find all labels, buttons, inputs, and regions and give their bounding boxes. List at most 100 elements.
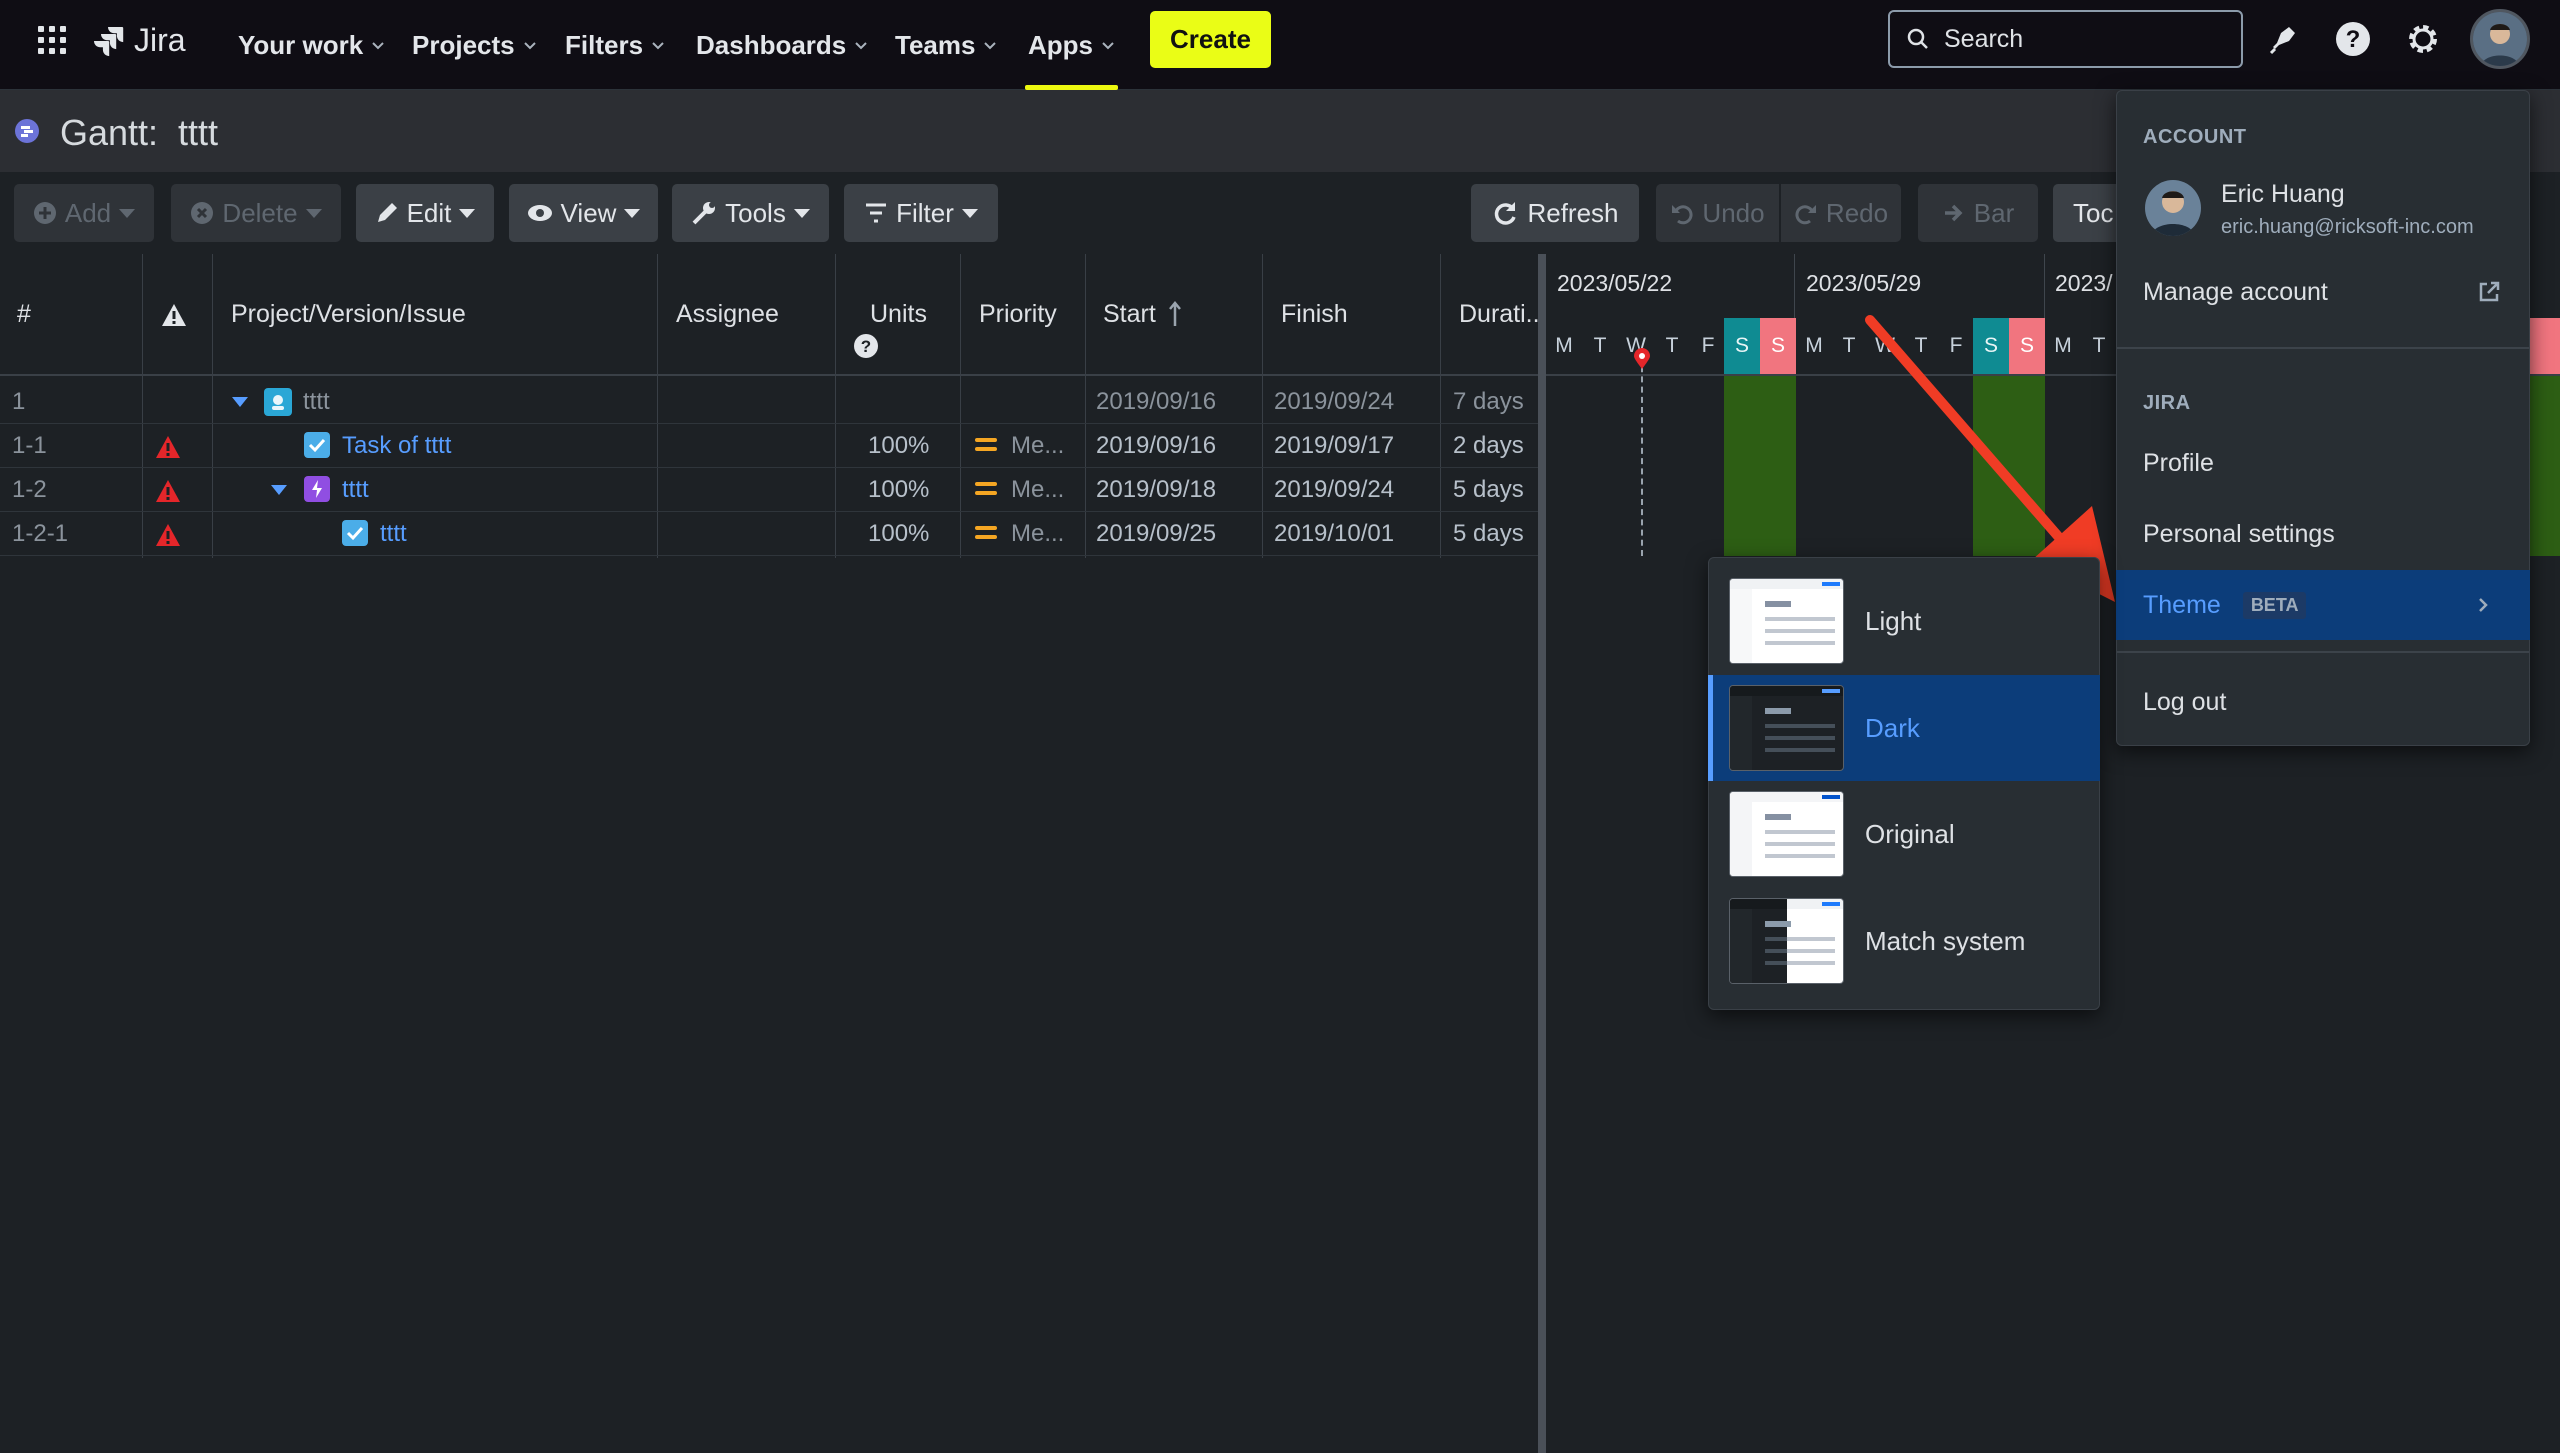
app-switcher-icon[interactable] bbox=[36, 24, 68, 56]
column-header-units[interactable]: Units bbox=[870, 300, 927, 329]
day-label: M bbox=[1805, 334, 1823, 357]
account-user-email: eric.huang@ricksoft-inc.com bbox=[2221, 216, 2474, 238]
external-link-icon bbox=[2479, 281, 2500, 302]
wrench-icon bbox=[692, 202, 716, 225]
caret-down-icon bbox=[459, 208, 476, 218]
project-icon bbox=[264, 388, 292, 416]
collapse-triangle-icon[interactable] bbox=[270, 484, 288, 496]
theme-label: Theme bbox=[2143, 590, 2221, 619]
nav-projects-label: Projects bbox=[412, 29, 515, 60]
sunday-edge bbox=[2530, 318, 2560, 374]
tools-button[interactable]: Tools bbox=[672, 184, 829, 242]
jira-logo[interactable]: Jira bbox=[92, 20, 186, 60]
notifications-icon[interactable] bbox=[2262, 18, 2304, 60]
units-value: 100% bbox=[868, 520, 930, 547]
epic-icon bbox=[304, 476, 330, 502]
warning-header-icon[interactable] bbox=[161, 303, 187, 327]
today-marker-icon bbox=[1632, 348, 1652, 370]
issue-name-link[interactable]: tttt bbox=[380, 512, 407, 556]
nav-teams[interactable]: Teams bbox=[895, 0, 997, 90]
delete-label: Delete bbox=[222, 197, 298, 228]
pane-splitter[interactable] bbox=[1538, 254, 1546, 1453]
caret-down-icon bbox=[793, 208, 810, 218]
nav-your-work[interactable]: Your work bbox=[238, 0, 385, 90]
eye-icon bbox=[527, 205, 552, 221]
search-input[interactable] bbox=[1944, 24, 2214, 54]
refresh-label: Refresh bbox=[1527, 197, 1619, 228]
help-icon[interactable]: ? bbox=[2332, 18, 2374, 60]
caret-down-icon bbox=[624, 208, 641, 218]
warning-icon bbox=[155, 479, 181, 503]
search-field[interactable] bbox=[1888, 10, 2243, 68]
delete-button[interactable]: Delete bbox=[171, 184, 341, 242]
edit-button[interactable]: Edit bbox=[356, 184, 494, 242]
log-out-menu-item[interactable]: Log out bbox=[2116, 667, 2530, 737]
today-label: Toc bbox=[2073, 197, 2114, 228]
units-value: 100% bbox=[868, 476, 930, 503]
column-header-issue[interactable]: Project/Version/Issue bbox=[231, 300, 466, 329]
menu-divider bbox=[2117, 347, 2529, 349]
duration: 5 days bbox=[1453, 476, 1524, 503]
create-button[interactable]: Create bbox=[1150, 11, 1271, 68]
issue-name[interactable]: tttt bbox=[303, 380, 330, 424]
units-help-icon[interactable]: ? bbox=[853, 333, 879, 359]
day-label-saturday: S bbox=[1724, 318, 1760, 374]
column-header-assignee[interactable]: Assignee bbox=[676, 300, 779, 329]
redo-button[interactable]: Redo bbox=[1781, 184, 1901, 242]
jira-logo-icon bbox=[94, 27, 124, 57]
add-button[interactable]: Add bbox=[14, 184, 154, 242]
weekend-column bbox=[2530, 376, 2560, 556]
profile-menu-item[interactable]: Profile bbox=[2116, 428, 2530, 498]
duration: 2 days bbox=[1453, 432, 1524, 459]
column-header-number[interactable]: # bbox=[17, 300, 31, 329]
sort-ascending-icon[interactable] bbox=[1168, 300, 1182, 328]
undo-label: Undo bbox=[1702, 197, 1765, 228]
nav-projects[interactable]: Projects bbox=[412, 0, 537, 90]
row-number: 1 bbox=[12, 388, 26, 415]
theme-menu-item[interactable]: Theme BETA bbox=[2116, 570, 2530, 640]
svg-text:?: ? bbox=[2346, 26, 2361, 53]
manage-account-link[interactable]: Manage account bbox=[2116, 257, 2530, 327]
caret-down-icon bbox=[119, 208, 136, 218]
finish-date: 2019/09/17 bbox=[1274, 432, 1395, 459]
menu-divider bbox=[2117, 651, 2529, 653]
column-header-finish[interactable]: Finish bbox=[1281, 300, 1348, 329]
personal-settings-menu-item[interactable]: Personal settings bbox=[2116, 499, 2530, 569]
week-label: 2023/05/22 bbox=[1557, 270, 1673, 296]
undo-button[interactable]: Undo bbox=[1656, 184, 1779, 242]
day-label: M bbox=[1555, 334, 1573, 357]
row-number: 1-2 bbox=[12, 476, 47, 503]
weekend-column bbox=[1724, 376, 1796, 556]
arrow-right-icon bbox=[1944, 204, 1963, 222]
collapse-triangle-icon[interactable] bbox=[231, 396, 249, 408]
nav-apps-label: Apps bbox=[1028, 29, 1093, 60]
day-label: T bbox=[1665, 334, 1679, 357]
nav-filters-label: Filters bbox=[565, 29, 644, 60]
today-marker-line bbox=[1641, 356, 1643, 556]
refresh-icon bbox=[1495, 202, 1517, 225]
task-checkbox-icon bbox=[342, 520, 368, 546]
nav-dashboards[interactable]: Dashboards bbox=[696, 0, 868, 90]
nav-apps[interactable]: Apps bbox=[1025, 0, 1118, 90]
duration: 7 days bbox=[1453, 388, 1524, 415]
row-number: 1-1 bbox=[12, 432, 47, 459]
filter-button[interactable]: Filter bbox=[844, 184, 998, 242]
user-avatar[interactable] bbox=[2470, 9, 2530, 69]
filter-icon bbox=[866, 203, 887, 223]
issue-name-link[interactable]: Task of tttt bbox=[342, 424, 451, 468]
view-button[interactable]: View bbox=[509, 184, 658, 242]
day-label-sunday: S bbox=[1760, 318, 1796, 374]
column-header-start[interactable]: Start bbox=[1103, 300, 1156, 329]
avatar-image bbox=[2473, 12, 2527, 66]
settings-gear-icon[interactable] bbox=[2402, 18, 2444, 60]
refresh-button[interactable]: Refresh bbox=[1471, 184, 1639, 242]
bar-button[interactable]: Bar bbox=[1918, 184, 2038, 242]
nav-filters[interactable]: Filters bbox=[565, 0, 665, 90]
dark-theme-preview bbox=[1729, 685, 1844, 771]
tools-label: Tools bbox=[725, 197, 786, 228]
chevron-down-icon bbox=[652, 42, 664, 50]
column-header-duration[interactable]: Durati... bbox=[1459, 300, 1547, 329]
duration: 5 days bbox=[1453, 520, 1524, 547]
column-header-priority[interactable]: Priority bbox=[979, 300, 1057, 329]
issue-name-link[interactable]: tttt bbox=[342, 468, 369, 512]
